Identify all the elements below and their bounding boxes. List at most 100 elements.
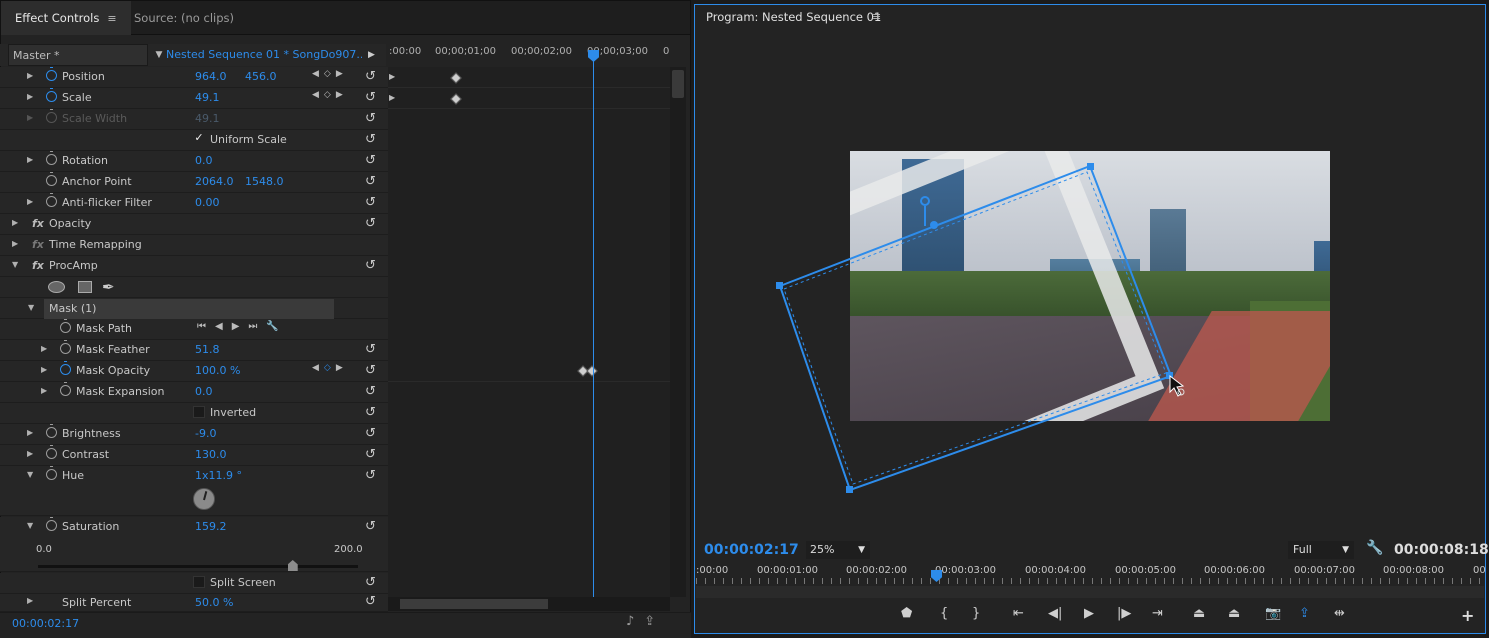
master-clip-label[interactable]: Master * SongDo907.jpg [8,44,148,84]
go-to-in-icon[interactable]: ⇤ [1013,606,1024,621]
overlay-icon[interactable]: ⇪ [1299,606,1310,621]
expand-triangle-icon[interactable]: ▶ [12,218,18,227]
collapse-triangle-icon[interactable]: ▼ [27,470,33,479]
keyframe-nav-icon[interactable]: ◀◇▶ [312,363,348,373]
stopwatch-icon[interactable] [46,193,57,207]
anchor-y-value[interactable]: 1548.0 [245,175,284,188]
expand-triangle-icon[interactable]: ▶ [41,386,47,395]
reset-icon[interactable]: ↺ [365,69,376,84]
expand-triangle-icon[interactable]: ▶ [41,344,47,353]
expand-triangle-icon[interactable]: ▶ [27,197,33,206]
reset-icon[interactable]: ↺ [365,216,376,231]
stopwatch-icon[interactable] [60,319,71,333]
saturation-value[interactable]: 159.2 [195,520,227,533]
collapse-triangle-icon[interactable]: ▼ [28,303,34,312]
reset-icon[interactable]: ↺ [365,594,376,609]
go-to-out-icon[interactable]: ⇥ [1152,606,1163,621]
reset-icon[interactable]: ↺ [365,153,376,168]
antiflicker-value[interactable]: 0.00 [195,196,220,209]
anchor-x-value[interactable]: 2064.0 [195,175,234,188]
vertical-scroll-thumb[interactable] [672,70,684,98]
expand-triangle-icon[interactable]: ▶ [27,71,33,80]
audio-export-icons[interactable]: ♪⇪ [626,614,665,629]
extract-icon[interactable]: ⏏ [1228,606,1240,621]
saturation-slider-track[interactable] [38,565,358,568]
program-current-timecode[interactable]: 00:00:02:17 [704,542,799,558]
tab-effect-controls[interactable]: Effect Controls ≡ [1,1,131,35]
mask-feather-value[interactable]: 51.8 [195,343,220,356]
zoom-select[interactable]: 25% ▼ [806,541,870,559]
stopwatch-icon[interactable] [60,382,71,396]
position-y-value[interactable]: 456.0 [245,70,277,83]
rotation-value[interactable]: 0.0 [195,154,213,167]
panel-menu-icon[interactable]: ≡ [107,12,116,25]
stopwatch-icon[interactable] [46,517,57,531]
reset-icon[interactable]: ↺ [365,132,376,147]
mask-track-controls-icon[interactable]: ⏮◀▶⏭🔧 [197,321,288,332]
reset-icon[interactable]: ↺ [365,575,376,590]
expand-triangle-icon[interactable]: ▶ [12,239,18,248]
rectangle-mask-icon[interactable] [78,281,92,293]
tab-source[interactable]: Source: (no clips) [120,1,248,35]
program-zoom-scrollbar[interactable] [696,586,1484,598]
stopwatch-icon[interactable] [46,424,57,438]
effect-timeline-area[interactable] [388,67,670,597]
hue-value[interactable]: 1x11.9 ° [195,469,242,482]
reset-icon[interactable]: ↺ [365,405,376,420]
stopwatch-icon[interactable] [46,466,57,480]
keyframe-nav-icon[interactable]: ◀◇▶ [312,90,348,100]
program-monitor-title[interactable]: Program: Nested Sequence 01 [706,10,881,24]
split-percent-value[interactable]: 50.0 % [195,596,233,609]
effect-row-procamp[interactable]: ▼ fx ProcAmp ↺ [0,256,388,277]
keyframe-nav-icon[interactable]: ◀◇▶ [312,69,348,79]
stopwatch-icon[interactable] [46,67,57,81]
reset-icon[interactable]: ↺ [365,384,376,399]
mark-in-icon[interactable]: { [940,606,948,621]
scale-value[interactable]: 49.1 [195,91,220,104]
mark-out-icon[interactable]: } [972,606,980,621]
collapse-triangle-icon[interactable]: ▼ [12,260,18,269]
play-icon[interactable]: ▶ [1084,606,1094,621]
stopwatch-icon[interactable] [46,151,57,165]
reset-icon[interactable]: ↺ [365,447,376,462]
step-forward-icon[interactable]: |▶ [1117,606,1131,621]
collapse-triangle-icon[interactable]: ▼ [27,521,33,530]
ellipse-mask-icon[interactable] [48,281,65,293]
vertical-scrollbar[interactable] [670,67,686,597]
panel-menu-icon[interactable]: ≡ [872,10,881,23]
reset-icon[interactable]: ↺ [365,519,376,534]
expand-triangle-icon[interactable]: ▶ [27,428,33,437]
export-frame-icon[interactable]: 📷 [1265,606,1281,621]
mask-expansion-value[interactable]: 0.0 [195,385,213,398]
split-screen-checkbox[interactable] [193,576,205,588]
contrast-value[interactable]: 130.0 [195,448,227,461]
uniform-scale-checkbox[interactable]: ✓ [193,132,205,145]
inverted-checkbox[interactable] [193,406,205,418]
effect-row-time-remapping[interactable]: ▶ fx Time Remapping [0,235,388,256]
reset-icon[interactable]: ↺ [365,342,376,357]
mask-opacity-value[interactable]: 100.0 % [195,364,240,377]
pen-tool-icon[interactable]: ✒ [102,278,115,296]
settings-wrench-icon[interactable]: 🔧 [1366,540,1383,556]
stopwatch-icon[interactable] [46,445,57,459]
expand-triangle-icon[interactable]: ▶ [27,92,33,101]
expand-triangle-icon[interactable]: ▶ [41,365,47,374]
effect-controls-timecode[interactable]: 00:00:02:17 [12,617,79,630]
lift-icon[interactable]: ⏏ [1193,606,1205,621]
reset-icon[interactable]: ↺ [365,195,376,210]
reset-icon[interactable]: ↺ [365,174,376,189]
comparison-view-icon[interactable]: ⇹ [1334,606,1345,621]
position-x-value[interactable]: 964.0 [195,70,227,83]
reset-icon[interactable]: ↺ [365,90,376,105]
stopwatch-icon[interactable] [46,88,57,102]
add-button-icon[interactable]: + [1461,606,1474,625]
fx-icon[interactable]: fx [32,217,44,230]
expand-triangle-icon[interactable]: ▶ [27,449,33,458]
fx-icon[interactable]: fx [32,259,44,272]
stopwatch-icon[interactable] [46,172,57,186]
step-back-icon[interactable]: ◀| [1048,606,1062,621]
expand-triangle-icon[interactable]: ▶ [27,155,33,164]
play-triangle-icon[interactable]: ▶ [368,44,382,66]
resolution-select[interactable]: Full ▼ [1288,541,1354,559]
add-marker-icon[interactable]: ⬟ [901,606,912,621]
